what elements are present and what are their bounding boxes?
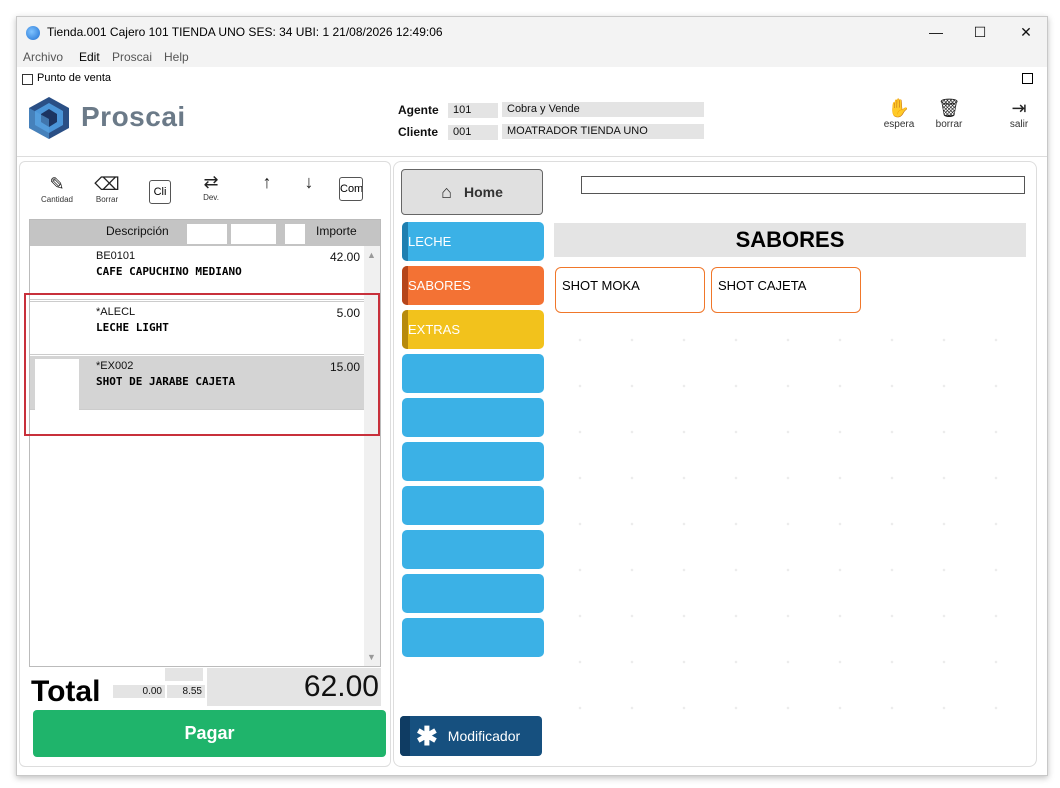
category-empty[interactable] <box>402 530 544 569</box>
cliente-code[interactable]: 001 <box>448 125 498 140</box>
scroll-up-icon[interactable]: ▲ <box>367 250 376 260</box>
home-icon: ⌂ <box>441 181 452 202</box>
category-empty[interactable] <box>402 398 544 437</box>
borrar-button[interactable]: 🗑 borrar <box>931 97 967 130</box>
com-button[interactable]: Com <box>339 177 363 201</box>
category-sabores[interactable]: SABORES <box>402 266 544 305</box>
mini-value-2: 8.55 <box>167 685 205 698</box>
selection-highlight <box>24 293 380 436</box>
total-label: Total <box>31 675 101 708</box>
empty-product-grid <box>554 317 1026 737</box>
swap-arrows-icon: ⇄ <box>203 172 219 192</box>
mini-value-1: 0.00 <box>113 685 165 698</box>
dev-button[interactable]: ⇄ Dev. <box>193 171 229 202</box>
trash-icon: 🗑 <box>937 98 961 118</box>
close-button[interactable]: ✕ <box>1003 17 1049 47</box>
button-edge <box>400 716 410 756</box>
home-button[interactable]: ⌂ Home <box>401 169 543 215</box>
logo-text: Proscai <box>81 101 186 132</box>
minimize-button[interactable]: — <box>913 17 959 47</box>
globe-icon <box>26 26 40 40</box>
proscai-logo-icon <box>29 97 69 139</box>
category-empty[interactable] <box>402 574 544 613</box>
product-shot-cajeta[interactable]: SHOT CAJETA <box>711 267 861 313</box>
borrar-item-label: Borrar <box>95 195 119 204</box>
move-down-button[interactable]: ↓ <box>297 171 321 193</box>
menu-bar: Archivo Edit Proscai Help <box>17 47 1047 67</box>
cliente-name[interactable]: MOATRADOR TIENDA UNO <box>502 124 704 139</box>
menu-archivo[interactable]: Archivo <box>23 50 63 64</box>
cli-button[interactable]: Cli <box>149 180 171 204</box>
item-code: BE0101 <box>96 250 136 262</box>
category-label: EXTRAS <box>408 322 461 337</box>
product-shot-moka[interactable]: SHOT MOKA <box>555 267 705 313</box>
header-box <box>285 224 305 244</box>
salir-label: salir <box>1009 119 1029 130</box>
espera-label: espera <box>883 119 915 130</box>
borrar-label: borrar <box>935 119 963 130</box>
table-row[interactable]: BE0101 CAFE CAPUCHINO MEDIANO 42.00 <box>30 246 364 300</box>
category-edge <box>402 266 408 305</box>
agente-label: Agente <box>398 103 439 117</box>
search-input[interactable] <box>581 176 1025 194</box>
agente-name[interactable]: Cobra y Vende <box>502 102 704 117</box>
cliente-label: Cliente <box>398 125 439 139</box>
category-empty[interactable] <box>402 442 544 481</box>
category-empty[interactable] <box>402 354 544 393</box>
item-amount: 42.00 <box>329 250 360 264</box>
exit-icon: ⇥ <box>1011 98 1027 118</box>
category-empty[interactable] <box>402 618 544 657</box>
menu-edit[interactable]: Edit <box>79 50 100 64</box>
window-checkbox[interactable] <box>22 74 33 85</box>
col-descripcion: Descripción <box>106 224 169 238</box>
col-importe: Importe <box>316 224 357 238</box>
category-leche[interactable]: LECHE <box>402 222 544 261</box>
header-box <box>231 224 276 244</box>
salir-button[interactable]: ⇥ salir <box>1001 97 1037 130</box>
eraser-icon: ⌫ <box>94 174 120 194</box>
modificador-button[interactable]: ✱ Modificador <box>400 716 542 756</box>
scroll-down-icon[interactable]: ▼ <box>367 652 376 662</box>
mini-box <box>165 668 203 681</box>
ticket-grid: Descripción Importe BE0101 CAFE CAPUCHIN… <box>29 219 381 667</box>
total-value: 62.00 <box>207 668 381 706</box>
title-bar: Tienda.001 Cajero 101 TIENDA UNO SES: 34… <box>17 17 1047 47</box>
home-label: Home <box>463 184 503 200</box>
category-label: LECHE <box>408 234 452 249</box>
modificador-label: Modificador <box>447 728 521 744</box>
category-label: SABORES <box>408 278 471 293</box>
edit-icon: ✎ <box>49 174 65 194</box>
app-window: Tienda.001 Cajero 101 TIENDA UNO SES: 34… <box>16 16 1048 776</box>
arrow-up-icon: ↑ <box>262 172 272 192</box>
maximize-button[interactable]: ☐ <box>957 17 1003 47</box>
arrow-down-icon: ↓ <box>304 172 314 192</box>
category-edge <box>402 310 408 349</box>
item-desc: CAFE CAPUCHINO MEDIANO <box>96 265 242 278</box>
grid-header: Descripción Importe <box>30 220 380 246</box>
section-title: SABORES <box>554 223 1026 257</box>
window-label: Punto de venta <box>37 72 112 84</box>
agente-code[interactable]: 101 <box>448 103 498 118</box>
cantidad-button[interactable]: ✎ Cantidad <box>37 173 77 204</box>
category-extras[interactable]: EXTRAS <box>402 310 544 349</box>
category-empty[interactable] <box>402 486 544 525</box>
borrar-item-button[interactable]: ⌫ Borrar <box>89 173 125 204</box>
menu-proscai[interactable]: Proscai <box>112 50 152 64</box>
header-box <box>187 224 227 244</box>
espera-button[interactable]: ✋ espera <box>881 97 917 130</box>
restore-square-button[interactable] <box>1022 73 1033 84</box>
menu-help[interactable]: Help <box>164 50 189 64</box>
dev-label: Dev. <box>203 193 219 202</box>
cantidad-label: Cantidad <box>40 195 74 204</box>
pos-header: Punto de venta Proscai Agente 101 Cobra … <box>17 67 1047 157</box>
hand-icon: ✋ <box>887 98 911 118</box>
move-up-button[interactable]: ↑ <box>255 171 279 193</box>
asterisk-icon: ✱ <box>416 720 438 751</box>
category-edge <box>402 222 408 261</box>
pagar-button[interactable]: Pagar <box>33 710 386 757</box>
window-title: Tienda.001 Cajero 101 TIENDA UNO SES: 34… <box>47 25 443 39</box>
